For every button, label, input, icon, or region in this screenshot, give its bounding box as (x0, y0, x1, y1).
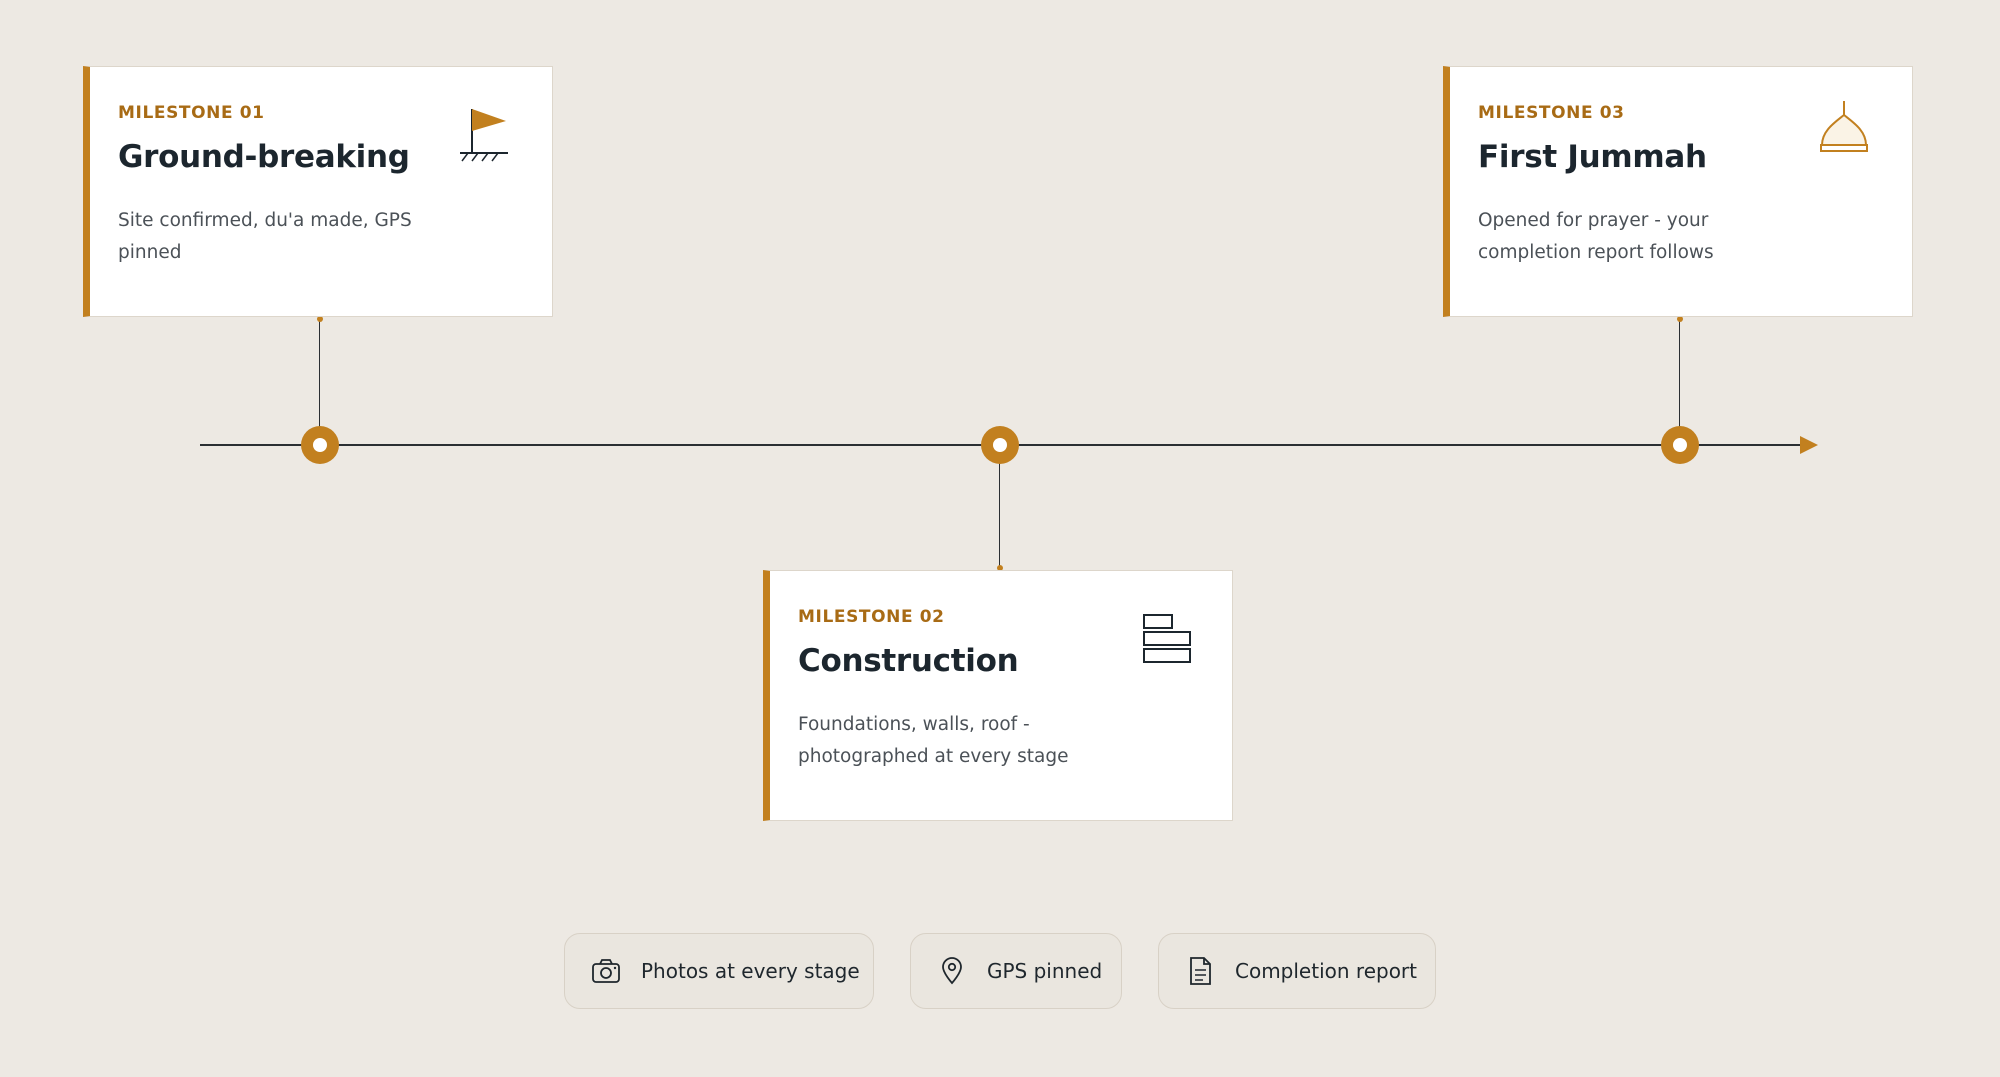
milestone-description: Foundations, walls, roof - photographed … (798, 714, 1069, 767)
milestone-description: Opened for prayer - your completion repo… (1478, 210, 1714, 263)
connector-milestone-02 (999, 462, 1000, 570)
timeline-arrow-head (1800, 436, 1818, 454)
badge-label: Photos at every stage (641, 959, 860, 983)
bricks-icon (1143, 614, 1191, 663)
camera-icon (592, 959, 620, 983)
badge-photos: Photos at every stage (564, 933, 874, 1009)
badge-gps: GPS pinned (910, 933, 1122, 1009)
badge-report: Completion report (1158, 933, 1436, 1009)
milestone-card-01: MILESTONE 01 Ground-breaking Site confir… (83, 66, 553, 317)
badge-label: Completion report (1235, 959, 1417, 983)
map-pin-icon (942, 957, 962, 985)
milestone-card-03: MILESTONE 03 First Jummah Opened for pra… (1443, 66, 1913, 317)
dome-icon (1820, 101, 1868, 152)
badge-label: GPS pinned (987, 959, 1103, 983)
milestone-description: Site confirmed, du'a made, GPS pinned (118, 210, 412, 263)
flag-icon (460, 109, 508, 162)
timeline-node-milestone-03 (1661, 426, 1699, 464)
connector-milestone-01 (319, 320, 320, 430)
document-icon (1190, 957, 1211, 985)
connector-milestone-03 (1679, 320, 1680, 430)
milestone-card-02: MILESTONE 02 Construction Foundations, w… (763, 570, 1233, 821)
timeline-node-milestone-02 (981, 426, 1019, 464)
milestone-timeline: MILESTONE 01 Ground-breaking Site confir… (0, 0, 2000, 1077)
timeline-node-milestone-01 (301, 426, 339, 464)
